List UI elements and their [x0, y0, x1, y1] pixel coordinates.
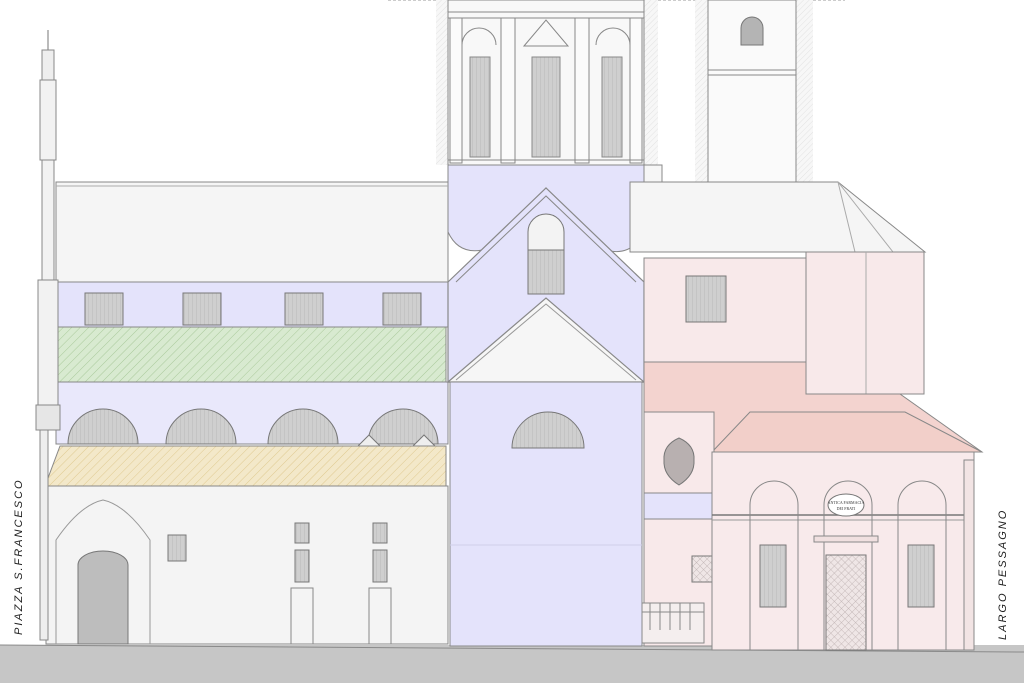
portal-door: [77, 550, 129, 645]
green-roof-band: [57, 326, 447, 383]
bell-tower: [695, 0, 813, 183]
pharmacy-door: [825, 554, 867, 651]
elevation-drawing: ANTICA FARMACIA DEI FRATI PIAZZA S.FRANC…: [0, 0, 1024, 683]
right-roof: [629, 181, 927, 253]
pharmacy-plaque: ANTICA FARMACIA DEI FRATI: [827, 493, 865, 517]
salmon-roof-front: [710, 411, 983, 453]
nave-roof: [55, 181, 449, 283]
right-street-label: LARGO PESSAGNO: [997, 509, 1009, 640]
plaque-line-2: DEI FRATI: [837, 506, 856, 511]
entrance-stairs: [641, 602, 705, 644]
dome-drum: [436, 0, 663, 194]
right-tower-block: [805, 251, 925, 395]
left-street-label: PIAZZA S.FRANCESCO: [13, 478, 25, 635]
yellow-roof-band: [44, 445, 447, 487]
plaque-line-1: ANTICA FARMACIA: [828, 500, 865, 505]
facade-elevation-svg: ANTICA FARMACIA DEI FRATI PIAZZA S.FRANC…: [0, 0, 1024, 683]
